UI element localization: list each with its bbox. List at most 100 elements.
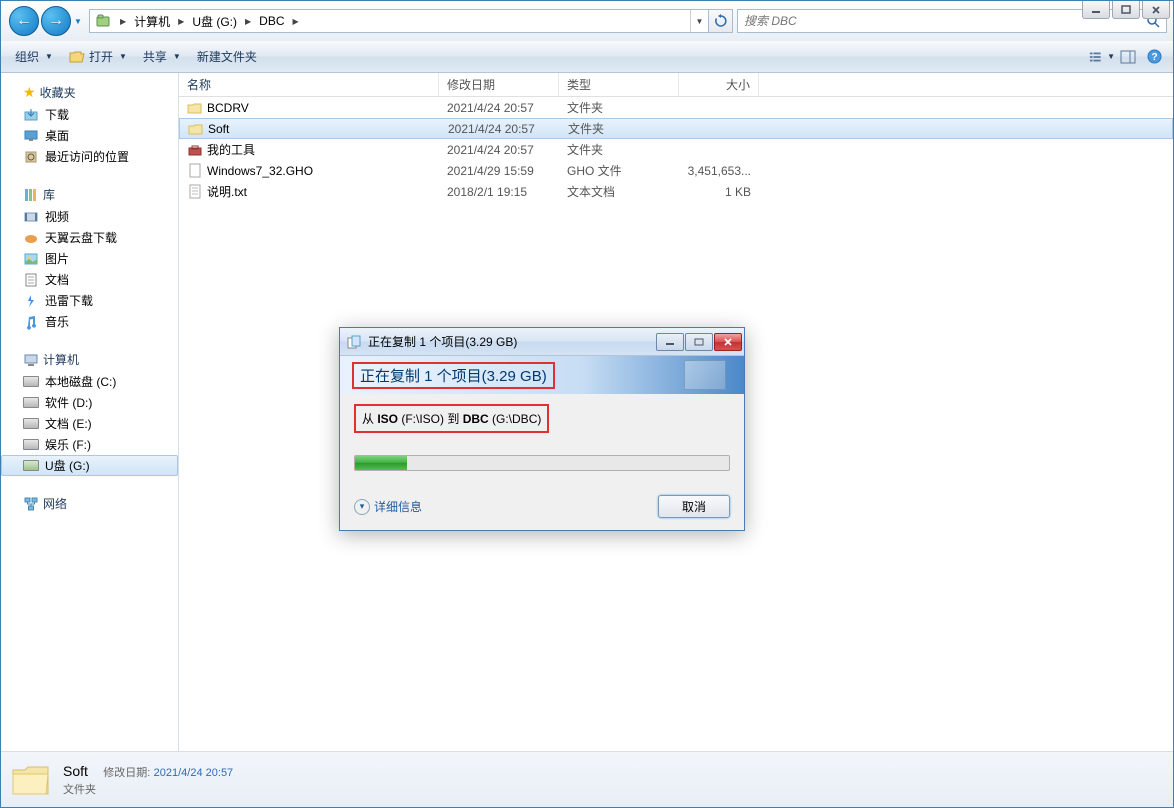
cancel-button[interactable]: 取消 <box>658 495 730 518</box>
tree-item-cloud[interactable]: 天翼云盘下载 <box>1 227 178 248</box>
file-row[interactable]: 说明.txt2018/2/1 19:15文本文档1 KB <box>179 181 1173 202</box>
status-date-label: 修改日期: <box>103 767 150 779</box>
tree-item-desktop[interactable]: 桌面 <box>1 125 178 146</box>
usb-drive-icon <box>23 458 39 474</box>
help-button[interactable]: ? <box>1141 44 1167 70</box>
new-folder-button[interactable]: 新建文件夹 <box>189 44 265 70</box>
drive-icon <box>23 416 39 432</box>
column-date[interactable]: 修改日期 <box>439 73 559 96</box>
breadcrumb-arrow-icon[interactable]: ▶ <box>241 10 255 32</box>
file-row[interactable]: BCDRV2021/4/24 20:57文件夹 <box>179 97 1173 118</box>
minimize-button[interactable] <box>1082 1 1110 19</box>
tree-item-drive-d[interactable]: 软件 (D:) <box>1 392 178 413</box>
file-row[interactable]: Windows7_32.GHO2021/4/29 15:59GHO 文件3,45… <box>179 160 1173 181</box>
breadcrumb-computer[interactable]: 计算机 <box>130 10 174 32</box>
breadcrumb-arrow-icon[interactable]: ▶ <box>174 10 188 32</box>
tree-item-thunder[interactable]: 迅雷下载 <box>1 290 178 311</box>
status-bar: Soft 修改日期: 2021/4/24 20:57 文件夹 <box>1 751 1173 807</box>
dialog-close-button[interactable] <box>714 333 742 351</box>
dialog-to-path: (G:\DBC) <box>489 412 542 426</box>
column-headers: 名称 修改日期 类型 大小 <box>179 73 1173 97</box>
tree-item-drive-g[interactable]: U盘 (G:) <box>1 455 178 476</box>
share-button[interactable]: 共享▼ <box>135 44 189 70</box>
dialog-titlebar[interactable]: 正在复制 1 个项目(3.29 GB) <box>340 328 744 356</box>
file-row[interactable]: Soft2021/4/24 20:57文件夹 <box>179 118 1173 139</box>
status-folder-icon <box>9 758 53 802</box>
tree-item-videos[interactable]: 视频 <box>1 206 178 227</box>
libraries-header[interactable]: 库 <box>1 183 178 206</box>
breadcrumb-folder[interactable]: DBC <box>255 10 288 32</box>
tree-item-drive-f[interactable]: 娱乐 (F:) <box>1 434 178 455</box>
copy-dialog: 正在复制 1 个项目(3.29 GB) 正在复制 1 个项目(3.29 GB) … <box>339 327 745 531</box>
download-icon <box>23 107 39 123</box>
tree-item-drive-c[interactable]: 本地磁盘 (C:) <box>1 371 178 392</box>
file-size: 1 KB <box>679 185 759 199</box>
nav-buttons: ← → ▼ <box>9 6 85 36</box>
dialog-header-highlight: 正在复制 1 个项目(3.29 GB) <box>352 362 555 389</box>
view-options-button[interactable]: ▼ <box>1089 44 1115 70</box>
status-text: Soft 修改日期: 2021/4/24 20:57 文件夹 <box>63 763 233 797</box>
file-name: 说明.txt <box>207 183 247 200</box>
column-name[interactable]: 名称 <box>179 73 439 96</box>
dialog-minimize-button[interactable] <box>656 333 684 351</box>
status-item-type: 文件夹 <box>63 781 233 797</box>
tree-item-pictures[interactable]: 图片 <box>1 248 178 269</box>
network-header[interactable]: 网络 <box>1 492 178 515</box>
close-button[interactable] <box>1142 1 1170 19</box>
tree-item-documents[interactable]: 文档 <box>1 269 178 290</box>
tree-item-drive-e[interactable]: 文档 (E:) <box>1 413 178 434</box>
network-icon <box>23 496 39 512</box>
toolbox-icon <box>187 142 203 158</box>
column-type[interactable]: 类型 <box>559 73 679 96</box>
search-input[interactable] <box>738 14 1140 28</box>
dialog-to-name: DBC <box>463 412 489 426</box>
breadcrumb-arrow-icon[interactable]: ▶ <box>289 10 303 32</box>
file-icon <box>187 163 203 179</box>
tree-item-downloads[interactable]: 下载 <box>1 104 178 125</box>
dialog-path-highlight: 从 ISO (F:\ISO) 到 DBC (G:\DBC) <box>354 404 549 433</box>
library-icon <box>23 187 39 203</box>
file-name: Soft <box>208 122 229 136</box>
computer-header[interactable]: 计算机 <box>1 348 178 371</box>
back-button[interactable]: ← <box>9 6 39 36</box>
organize-button[interactable]: 组织▼ <box>7 44 61 70</box>
svg-text:?: ? <box>1151 52 1157 63</box>
txt-icon <box>187 184 203 200</box>
file-row[interactable]: 我的工具2021/4/24 20:57文件夹 <box>179 139 1173 160</box>
nav-history-dropdown[interactable]: ▼ <box>71 6 85 36</box>
file-date: 2021/4/24 20:57 <box>440 122 560 136</box>
computer-icon <box>23 352 39 368</box>
dialog-body: 从 ISO (F:\ISO) 到 DBC (G:\DBC) <box>340 394 744 481</box>
star-icon: ★ <box>23 84 36 101</box>
file-type: GHO 文件 <box>559 162 679 179</box>
maximize-button[interactable] <box>1112 1 1140 19</box>
forward-button[interactable]: → <box>41 6 71 36</box>
cloud-icon <box>23 230 39 246</box>
column-size[interactable]: 大小 <box>679 73 759 96</box>
progress-fill <box>355 456 407 470</box>
tree-item-recent[interactable]: 最近访问的位置 <box>1 146 178 167</box>
address-bar[interactable]: ▶ 计算机 ▶ U盘 (G:) ▶ DBC ▶ ▼ <box>89 9 709 33</box>
download-icon <box>23 293 39 309</box>
breadcrumb-drive[interactable]: U盘 (G:) <box>188 10 241 32</box>
dialog-window-controls <box>656 333 742 351</box>
breadcrumb-root-arrow[interactable]: ▶ <box>116 10 130 32</box>
dialog-header: 正在复制 1 个项目(3.29 GB) <box>340 356 744 394</box>
favorites-header[interactable]: ★收藏夹 <box>1 81 178 104</box>
file-date: 2021/4/29 15:59 <box>439 164 559 178</box>
file-name: BCDRV <box>207 101 249 115</box>
refresh-button[interactable] <box>709 9 733 33</box>
details-toggle[interactable]: ▾ 详细信息 <box>354 498 422 515</box>
dialog-maximize-button[interactable] <box>685 333 713 351</box>
dialog-header-text: 正在复制 1 个项目(3.29 GB) <box>360 368 547 385</box>
folder-icon <box>188 121 204 137</box>
tree-item-music[interactable]: 音乐 <box>1 311 178 332</box>
dialog-from-prefix: 从 <box>362 412 377 426</box>
navigation-row: ← → ▼ ▶ 计算机 ▶ U盘 (G:) ▶ DBC ▶ ▼ <box>1 1 1173 41</box>
dialog-header-graphic <box>684 360 726 390</box>
folder-icon <box>187 100 203 116</box>
open-button[interactable]: 打开▼ <box>61 44 135 70</box>
address-dropdown[interactable]: ▼ <box>690 10 708 32</box>
preview-pane-button[interactable] <box>1115 44 1141 70</box>
recent-icon <box>23 149 39 165</box>
